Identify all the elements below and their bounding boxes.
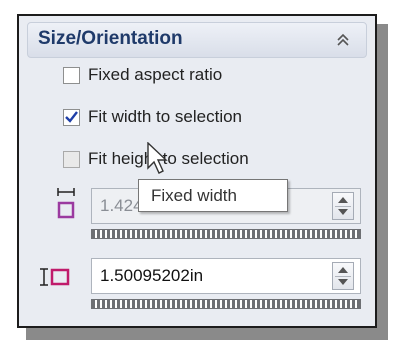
section-header[interactable]: Size/Orientation	[27, 22, 367, 58]
checkmark-icon	[65, 111, 78, 123]
fit-width-label: Fit width to selection	[88, 107, 243, 126]
fixed-width-icon	[57, 188, 75, 219]
spin-up-icon[interactable]	[338, 267, 348, 273]
spin-down-icon[interactable]	[338, 209, 348, 215]
width-spinner[interactable]	[332, 192, 354, 220]
fixed-aspect-ratio-checkbox[interactable]	[63, 67, 80, 84]
tooltip: Fixed width	[138, 179, 288, 212]
spin-up-icon[interactable]	[338, 197, 348, 203]
height-input[interactable]: 1.50095202in	[91, 258, 361, 294]
fit-height-checkbox[interactable]	[63, 151, 80, 168]
double-chevron-up-icon[interactable]	[334, 31, 352, 49]
size-orientation-panel: Size/Orientation Fixed aspect ratio Fit …	[17, 14, 377, 328]
fixed-aspect-ratio-label: Fixed aspect ratio	[88, 65, 223, 84]
tooltip-text: Fixed width	[151, 186, 237, 205]
height-spinner[interactable]	[332, 262, 354, 290]
height-icon	[40, 268, 70, 286]
height-value: 1.50095202in	[100, 266, 204, 285]
section-title: Size/Orientation	[38, 28, 183, 49]
spin-down-icon[interactable]	[338, 279, 348, 285]
mouse-cursor-icon	[147, 142, 168, 174]
width-thumbwheel[interactable]	[91, 229, 361, 239]
fit-width-checkbox[interactable]	[63, 109, 80, 126]
height-thumbwheel[interactable]	[91, 299, 361, 309]
